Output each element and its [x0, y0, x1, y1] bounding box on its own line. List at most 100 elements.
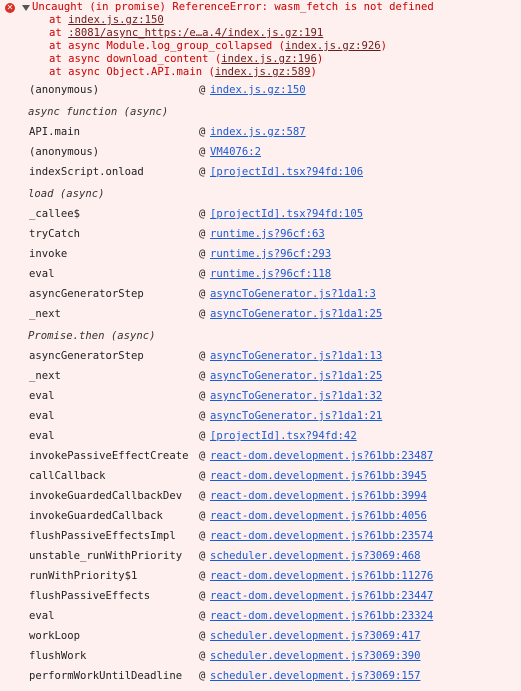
error-stack-line: at :8081/async_https:/e…a.4/index.js.gz:…: [49, 27, 323, 40]
error-stack-line: at async download_content (index.js.gz:1…: [49, 53, 323, 66]
async-boundary: load (async): [0, 184, 521, 204]
frame-source-link[interactable]: index.js.gz:587: [210, 122, 306, 142]
frame-function: invokePassiveEffectCreate: [29, 450, 189, 462]
stack-source-link[interactable]: index.js.gz:196: [221, 53, 317, 65]
frame-source-link[interactable]: react-dom.development.js?61bb:23487: [210, 446, 433, 466]
stack-source-link[interactable]: index.js.gz:926: [285, 40, 381, 52]
stack-frame: unstable_runWithPriority @ scheduler.devel…: [0, 546, 521, 566]
at-symbol: @: [199, 450, 206, 462]
stack-frame: (anonymous) @ VM4076:2: [0, 142, 521, 162]
frame-function: callCallback: [29, 470, 106, 482]
stack-frame: invokePassiveEffectCreate @ react-dom.deve…: [0, 446, 521, 466]
frame-function: indexScript.onload: [29, 166, 144, 178]
stack-frame: invokeGuardedCallbackDev @ react-dom.devel…: [0, 486, 521, 506]
frame-function: performWorkUntilDeadline: [29, 670, 183, 682]
frame-source-link[interactable]: [projectId].tsx?94fd:42: [210, 426, 357, 446]
frame-source-link[interactable]: react-dom.development.js?61bb:3945: [210, 466, 427, 486]
error-header: ✕ Uncaught (in promise) ReferenceError: …: [0, 0, 521, 82]
stack-frame: invoke @ runtime.js?96cf:293: [0, 244, 521, 264]
stack-frame: eval @ asyncToGenerator.js?1da1:21: [0, 406, 521, 426]
frame-source-link[interactable]: scheduler.development.js?3069:157: [210, 666, 420, 686]
frame-function: eval: [29, 610, 55, 622]
stack-source-link[interactable]: index.js.gz:589: [215, 66, 311, 78]
at-symbol: @: [199, 268, 206, 280]
at-symbol: @: [199, 610, 206, 622]
frame-source-link[interactable]: react-dom.development.js?61bb:4056: [210, 506, 427, 526]
stack-source-link[interactable]: index.js.gz:150: [68, 14, 164, 26]
frame-function: flushPassiveEffects: [29, 590, 151, 602]
stack-prefix: at async Object.API.main (: [49, 66, 215, 78]
expand-triangle-icon[interactable]: [22, 5, 30, 11]
stack-frame: runWithPriority$1 @ react-dom.development.…: [0, 566, 521, 586]
async-label: load (async): [28, 188, 105, 200]
error-icon: ✕: [5, 3, 15, 13]
frame-source-link[interactable]: [projectId].tsx?94fd:105: [210, 204, 363, 224]
stack-frame: performWorkUntilDeadline @ scheduler.devel…: [0, 666, 521, 686]
frame-source-link[interactable]: asyncToGenerator.js?1da1:13: [210, 346, 382, 366]
frame-source-link[interactable]: asyncToGenerator.js?1da1:25: [210, 366, 382, 386]
stack-suffix: ): [316, 53, 324, 65]
stack-frame: _callee$ @ [projectId].tsx?94fd:105: [0, 204, 521, 224]
frame-source-link[interactable]: runtime.js?96cf:63: [210, 224, 325, 244]
at-symbol: @: [199, 550, 206, 562]
frame-source-link[interactable]: asyncToGenerator.js?1da1:21: [210, 406, 382, 426]
frame-source-link[interactable]: index.js.gz:150: [210, 80, 306, 100]
frame-source-link[interactable]: asyncToGenerator.js?1da1:25: [210, 304, 382, 324]
at-symbol: @: [199, 510, 206, 522]
frame-function: flushWork: [29, 650, 87, 662]
error-stack-line: at async Object.API.main (index.js.gz:58…: [49, 66, 317, 79]
error-message: Uncaught (in promise) ReferenceError: wa…: [32, 1, 434, 13]
at-symbol: @: [199, 490, 206, 502]
frame-source-link[interactable]: asyncToGenerator.js?1da1:32: [210, 386, 382, 406]
frame-function: eval: [29, 430, 55, 442]
stack-frame: flushWork @ scheduler.development.js?3069:…: [0, 646, 521, 666]
frame-source-link[interactable]: react-dom.development.js?61bb:23324: [210, 606, 433, 626]
stack-frame: eval @ [projectId].tsx?94fd:42: [0, 426, 521, 446]
frame-function: _callee$: [29, 208, 81, 220]
stack-frame: flushPassiveEffectsImpl @ react-dom.develo…: [0, 526, 521, 546]
stack-source-link[interactable]: :8081/async_https:/e…a.4/index.js.gz:191: [68, 27, 323, 39]
frame-function: API.main: [29, 126, 81, 138]
at-symbol: @: [199, 670, 206, 682]
at-symbol: @: [199, 590, 206, 602]
stack-prefix: at async Module.log_group_collapsed (: [49, 40, 285, 52]
stack-frame: eval @ runtime.js?96cf:118: [0, 264, 521, 284]
frame-source-link[interactable]: react-dom.development.js?61bb:3994: [210, 486, 427, 506]
stack-frame: tryCatch @ runtime.js?96cf:63: [0, 224, 521, 244]
stack-frame: _next @ asyncToGenerator.js?1da1:25: [0, 366, 521, 386]
frame-source-link[interactable]: runtime.js?96cf:293: [210, 244, 331, 264]
stack-frame: (anonymous) @ index.js.gz:150: [0, 80, 521, 100]
frame-source-link[interactable]: scheduler.development.js?3069:468: [210, 546, 420, 566]
at-symbol: @: [199, 208, 206, 220]
stack-prefix: at async download_content (: [49, 53, 222, 65]
frame-function: unstable_runWithPriority: [29, 550, 183, 562]
frame-source-link[interactable]: react-dom.development.js?61bb:11276: [210, 566, 433, 586]
stack-frame: workLoop @ scheduler.development.js?3069:4…: [0, 626, 521, 646]
stack-suffix: ): [380, 40, 388, 52]
frame-source-link[interactable]: scheduler.development.js?3069:417: [210, 626, 420, 646]
frame-function: eval: [29, 390, 55, 402]
at-symbol: @: [199, 146, 206, 158]
frame-function: flushPassiveEffectsImpl: [29, 530, 176, 542]
frame-function: _next: [29, 370, 61, 382]
stack-suffix: ): [310, 66, 317, 78]
frame-function: (anonymous): [29, 84, 100, 96]
frame-source-link[interactable]: VM4076:2: [210, 142, 261, 162]
frame-source-link[interactable]: runtime.js?96cf:118: [210, 264, 331, 284]
at-symbol: @: [199, 630, 206, 642]
frame-source-link[interactable]: scheduler.development.js?3069:390: [210, 646, 420, 666]
frame-source-link[interactable]: asyncToGenerator.js?1da1:3: [210, 284, 376, 304]
frame-source-link[interactable]: [projectId].tsx?94fd:106: [210, 162, 363, 182]
frame-source-link[interactable]: react-dom.development.js?61bb:23447: [210, 586, 433, 606]
at-symbol: @: [199, 350, 206, 362]
frame-function: invoke: [29, 248, 68, 260]
at-symbol: @: [199, 470, 206, 482]
at-symbol: @: [199, 308, 206, 320]
async-label: async function (async): [28, 106, 169, 118]
frame-function: workLoop: [29, 630, 81, 642]
async-boundary: async function (async): [0, 102, 521, 122]
async-boundary: Promise.then (async): [0, 326, 521, 346]
frame-function: asyncGeneratorStep: [29, 288, 144, 300]
frame-function: eval: [29, 410, 55, 422]
frame-source-link[interactable]: react-dom.development.js?61bb:23574: [210, 526, 433, 546]
